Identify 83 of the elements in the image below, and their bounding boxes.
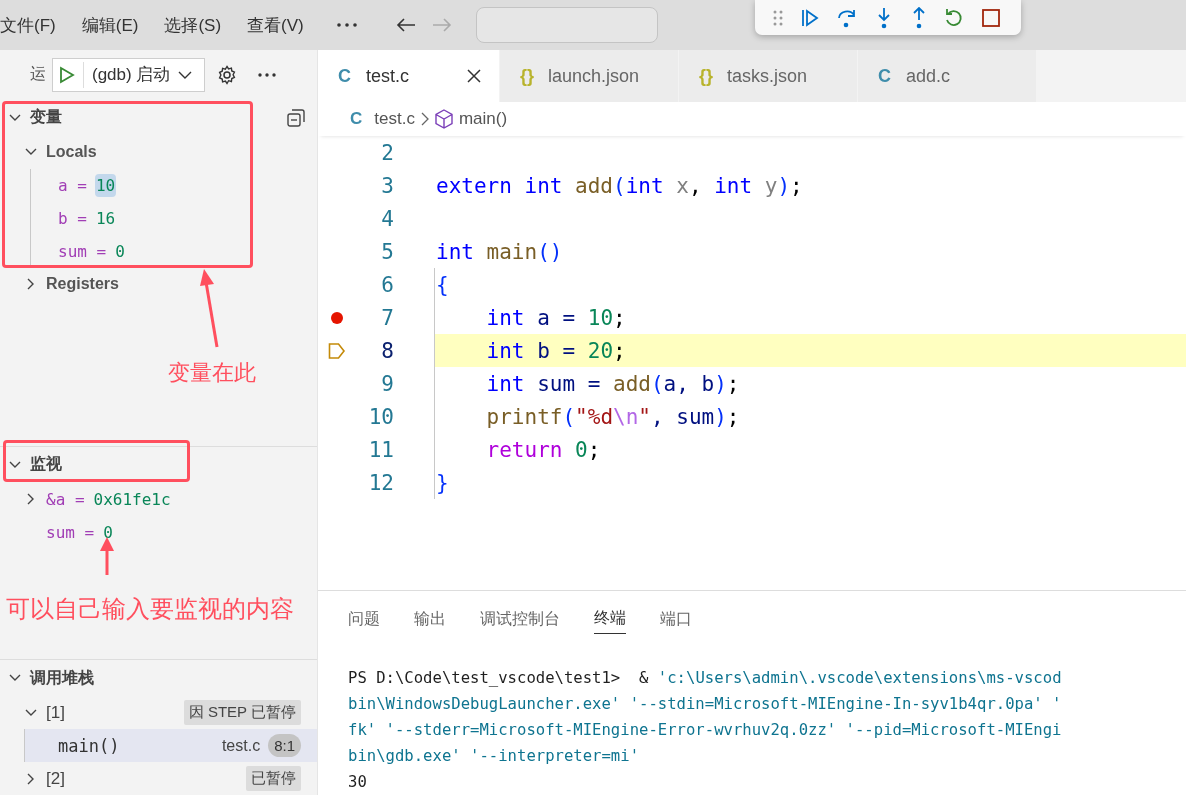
- line-number: 3: [380, 173, 394, 198]
- watch-expression[interactable]: sum =: [46, 522, 95, 542]
- code-line: }: [436, 470, 449, 495]
- editor-tab[interactable]: C add.c: [858, 50, 1037, 102]
- code-line: int main(): [436, 239, 563, 264]
- terminal-line: PS D:\Code\test_vscode\test1> & 'c:\Users\admin\.vscode\extensions\ms-vscod: [348, 668, 1063, 689]
- line-number: 10: [367, 404, 394, 429]
- watch-value: 0: [102, 521, 114, 544]
- line-number: 12: [367, 470, 394, 495]
- code-line: extern int add(int x, int y);: [436, 173, 803, 198]
- drag-handle-icon[interactable]: [773, 9, 783, 26]
- section-header[interactable]: 变量: [30, 107, 62, 129]
- panel-tab[interactable]: 终端: [594, 604, 626, 634]
- menu-item[interactable]: 选择(S): [164, 13, 222, 37]
- stack-frame[interactable]: main() test.c 8:1: [24, 729, 317, 762]
- terminal-line: bin\WindowsDebugLauncher.exe' '--stdin=Microsoft-MIEngine-In-syv1b4qr.0pa' ': [348, 694, 1063, 715]
- editor-tab[interactable]: C test.c: [318, 50, 500, 102]
- variable-value: 10: [94, 173, 117, 197]
- line-number: 7: [380, 305, 394, 330]
- watch-value: 0x61fe1c: [92, 488, 172, 511]
- code-line: int b = 20;: [485, 338, 626, 363]
- code-line: {: [436, 272, 449, 297]
- breadcrumb-item[interactable]: test.c: [374, 109, 415, 129]
- annotation-text: 变量在此: [168, 359, 256, 387]
- terminal-line: 30: [348, 772, 368, 793]
- line-number: 2: [380, 140, 394, 165]
- continue-icon[interactable]: [799, 7, 820, 28]
- editor-tab[interactable]: {} tasks.json: [679, 50, 858, 102]
- line-number: 4: [380, 206, 394, 231]
- line-number: 8: [380, 338, 394, 363]
- function-name: main(): [58, 735, 120, 756]
- code-line: int a = 10;: [485, 305, 626, 330]
- status-badge: 已暂停: [246, 766, 301, 791]
- line-number: 11: [367, 437, 394, 462]
- launch-config-dropdown[interactable]: (gdb) 启动: [52, 57, 206, 92]
- thread-label[interactable]: [1]: [46, 702, 65, 723]
- c-file-icon: C: [350, 109, 363, 129]
- settings-icon[interactable]: [217, 64, 238, 85]
- annotation-arrow: [97, 536, 117, 576]
- cube-icon: [434, 109, 453, 129]
- watch-expression[interactable]: &a =: [46, 489, 85, 509]
- code-line: int sum = add(a, b);: [485, 371, 740, 396]
- chevron-down-icon: [178, 70, 193, 79]
- line-number: 5: [380, 239, 394, 264]
- terminal-line: fk' '--stderr=Microsoft-MIEngine-Error-wvrhuv2q.0zz' '--pid=Microsoft-MIEngi: [348, 720, 1063, 741]
- scope-label[interactable]: Locals: [46, 143, 97, 162]
- terminal-line: bin\gdb.exe' '--interpreter=mi': [348, 746, 641, 767]
- annotation-text: 可以自己输入要监视的内容: [6, 594, 294, 624]
- variable-value: 16: [94, 207, 117, 230]
- section-header[interactable]: 调用堆栈: [30, 667, 94, 689]
- back-arrow-icon[interactable]: [395, 17, 416, 33]
- stop-icon[interactable]: [980, 7, 1001, 28]
- panel-title: 运: [30, 64, 46, 85]
- line-number: 9: [380, 371, 394, 396]
- menu-item[interactable]: 文件(F): [0, 13, 56, 37]
- code-line: return 0;: [485, 437, 601, 462]
- panel-tab[interactable]: 调试控制台: [480, 604, 560, 634]
- breadcrumb-item[interactable]: main(): [458, 109, 508, 129]
- thread-label[interactable]: [2]: [46, 768, 65, 789]
- line-number: 6: [380, 272, 394, 297]
- section-header[interactable]: 监视: [30, 454, 62, 476]
- close-icon[interactable]: [467, 69, 481, 83]
- panel-tab[interactable]: 问题: [348, 604, 380, 634]
- code-line: printf("%d\n", sum);: [485, 404, 740, 429]
- panel-tab[interactable]: 输出: [414, 604, 446, 634]
- menu-item[interactable]: 编辑(E): [81, 13, 139, 37]
- position-badge: 8:1: [268, 734, 301, 757]
- status-badge: 因 STEP 已暂停: [183, 700, 301, 725]
- panel-tab[interactable]: 端口: [660, 604, 692, 634]
- menu-item[interactable]: 查看(V): [247, 13, 304, 37]
- breakpoint-icon[interactable]: [331, 311, 343, 324]
- more-icon[interactable]: [335, 22, 358, 28]
- chevron-right-icon: [420, 112, 429, 126]
- collapse-all-icon[interactable]: [287, 108, 305, 127]
- editor-tab[interactable]: {} launch.json: [500, 50, 679, 102]
- file-name: test.c: [221, 736, 261, 755]
- scope-label[interactable]: Registers: [46, 275, 119, 294]
- variable-value: 0: [114, 240, 126, 263]
- play-icon[interactable]: [59, 65, 75, 84]
- variable-name: a =: [58, 175, 87, 195]
- more-icon[interactable]: [257, 71, 278, 78]
- variable-name: sum =: [58, 241, 107, 261]
- variable-name: b =: [58, 208, 87, 228]
